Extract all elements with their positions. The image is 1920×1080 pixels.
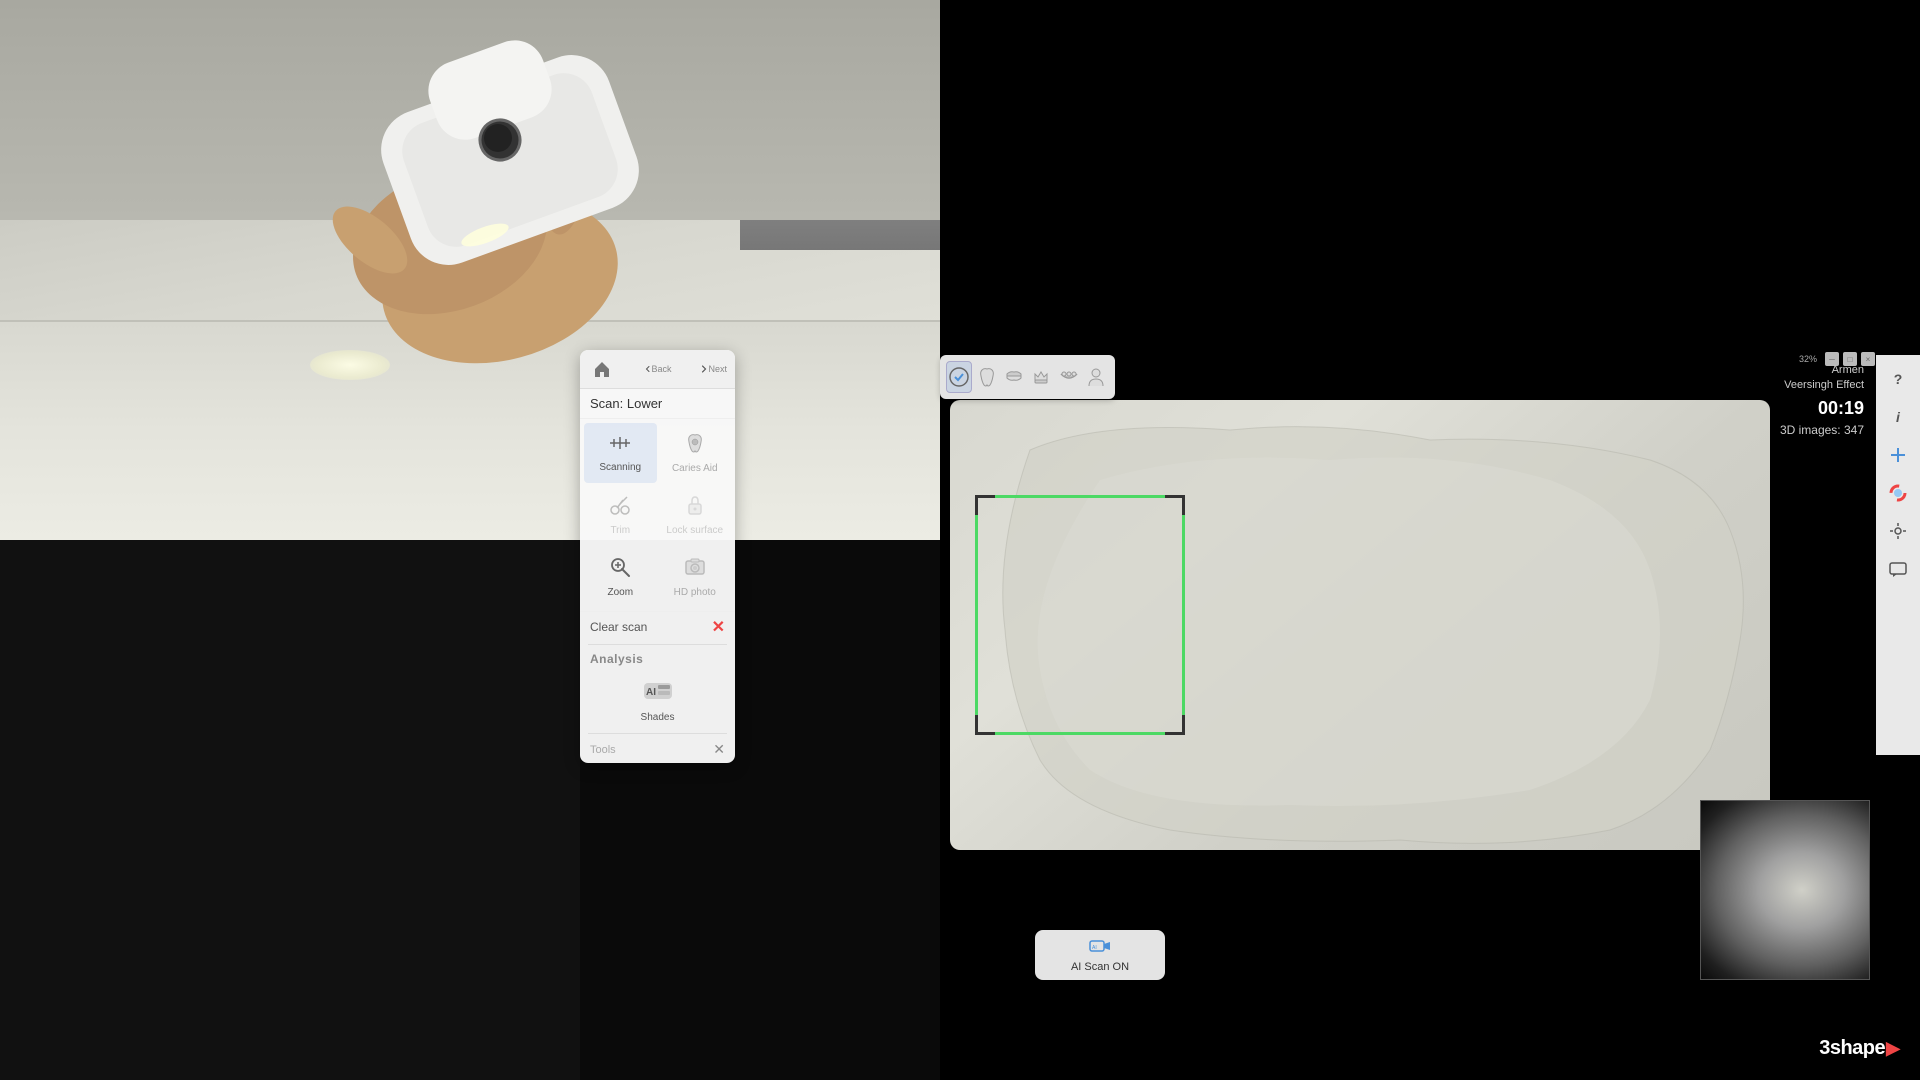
toolbar-tooth-crown[interactable] xyxy=(1029,361,1054,393)
section-divider xyxy=(588,644,727,645)
lock-surface-icon xyxy=(684,494,706,521)
scanning-icon xyxy=(608,433,632,458)
user-subtitle: Veersingh Effect xyxy=(1760,378,1864,393)
lock-surface-label: Lock surface xyxy=(666,525,723,536)
back-button[interactable]: Back xyxy=(644,355,672,383)
images-count: 3D images: 347 xyxy=(1760,423,1864,437)
caries-aid-icon xyxy=(684,432,706,459)
scan-area xyxy=(950,400,1770,850)
tool-grid: Scanning Caries Aid Trim xyxy=(580,419,735,611)
toolbar-jaw-lower[interactable] xyxy=(1056,361,1081,393)
toolbar-person[interactable] xyxy=(1084,361,1109,393)
tool-caries-aid[interactable]: Caries Aid xyxy=(659,423,732,483)
info-panel: Armen Veersingh Effect 00:19 3D images: … xyxy=(1752,355,1872,445)
clear-scan-label: Clear scan xyxy=(590,620,647,634)
tool-zoom[interactable]: Zoom xyxy=(584,547,657,607)
user-name: Armen xyxy=(1760,363,1864,378)
right-sidebar: ? i xyxy=(1876,355,1920,755)
sidebar-info[interactable]: i xyxy=(1882,401,1914,433)
home-button[interactable] xyxy=(588,355,616,383)
logo: 3shape ▶ xyxy=(1819,1037,1900,1060)
trim-label: Trim xyxy=(610,525,630,536)
scan-preview xyxy=(1700,800,1870,980)
sidebar-settings[interactable] xyxy=(1882,515,1914,547)
tool-scanning[interactable]: Scanning xyxy=(584,423,657,483)
logo-arrow: ▶ xyxy=(1886,1038,1900,1059)
tool-lock-surface: Lock surface xyxy=(659,485,732,545)
top-black xyxy=(940,0,1920,350)
zoom-label: Zoom xyxy=(607,587,633,598)
svg-text:AI: AI xyxy=(1092,945,1097,951)
sidebar-plus[interactable] xyxy=(1882,439,1914,471)
analysis-title: Analysis xyxy=(580,647,735,671)
toolbar-tooth-normal[interactable] xyxy=(974,361,999,393)
tool-hd-photo[interactable]: HD photo xyxy=(659,547,732,607)
tools-row: Tools ✕ xyxy=(580,736,735,763)
bottom-left-black xyxy=(0,540,580,1080)
hd-photo-icon xyxy=(684,556,706,583)
sidebar-message[interactable] xyxy=(1882,553,1914,585)
toolbar-tooth-bite[interactable] xyxy=(1001,361,1026,393)
panel-nav-header: Back Next xyxy=(580,350,735,389)
ai-scan-label: AI Scan ON xyxy=(1071,961,1129,973)
tool-shades[interactable]: AI Shades xyxy=(584,671,731,731)
top-toolbar xyxy=(940,355,1115,399)
trim-icon xyxy=(609,494,631,521)
sidebar-color-wheel[interactable] xyxy=(1882,477,1914,509)
tools-label: Tools xyxy=(590,744,616,756)
section-divider-2 xyxy=(588,733,727,734)
panel-title: Scan: Lower xyxy=(580,389,735,419)
sidebar-help[interactable]: ? xyxy=(1882,363,1914,395)
ai-scan-button[interactable]: AI AI Scan ON xyxy=(1035,930,1165,980)
camera-feed xyxy=(0,0,940,540)
tools-close-icon[interactable]: ✕ xyxy=(713,741,725,758)
logo-text: 3shape xyxy=(1819,1037,1885,1060)
scanning-label: Scanning xyxy=(599,462,641,473)
tool-trim: Trim xyxy=(584,485,657,545)
hd-photo-label: HD photo xyxy=(674,587,716,598)
clear-scan-row[interactable]: Clear scan ✕ xyxy=(580,611,735,642)
left-panel: Back Next Scan: Lower Scanning xyxy=(580,350,735,763)
svg-text:AI: AI xyxy=(646,687,656,698)
caries-aid-label: Caries Aid xyxy=(672,463,718,474)
shades-label: Shades xyxy=(641,712,675,723)
shades-icon: AI xyxy=(644,679,672,708)
right-panel: 32% ─ □ × Armen Veersingh Effect 00:19 3… xyxy=(940,0,1920,1080)
zoom-icon xyxy=(609,556,631,583)
timer-label: 00:19 xyxy=(1760,398,1864,419)
toolbar-scan-check[interactable] xyxy=(946,361,972,393)
ai-scan-icon: AI xyxy=(1089,938,1111,959)
clear-scan-icon: ✕ xyxy=(712,617,725,637)
next-button[interactable]: Next xyxy=(699,355,727,383)
